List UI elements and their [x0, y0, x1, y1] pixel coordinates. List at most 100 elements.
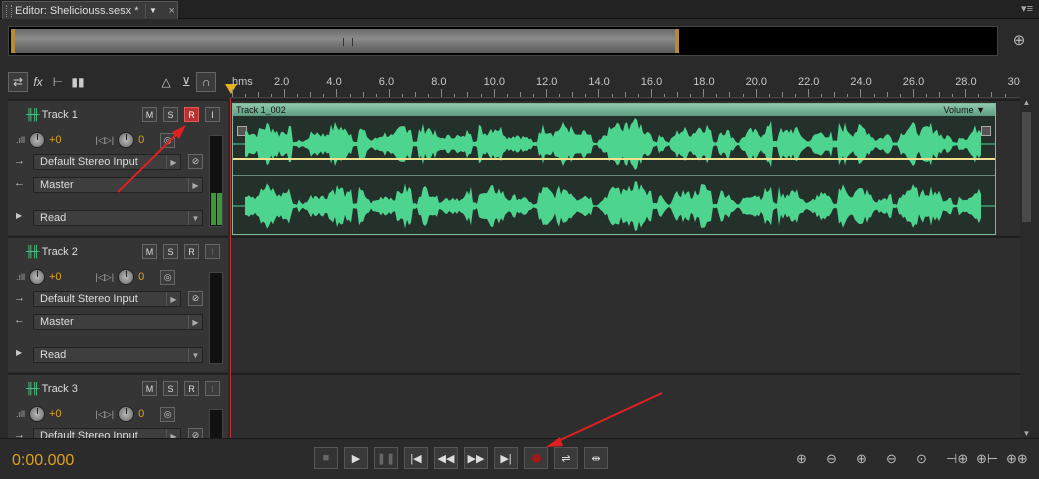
- mute-button[interactable]: M: [142, 107, 157, 122]
- stereo-icon[interactable]: ◎: [160, 406, 176, 422]
- zoom-in-at-start-icon[interactable]: ⊣⊕: [946, 451, 968, 467]
- record-arm-button[interactable]: R: [184, 107, 199, 122]
- scroll-down-icon[interactable]: ▼: [1022, 429, 1031, 438]
- volume-knob[interactable]: [29, 406, 45, 422]
- volume-knob[interactable]: [29, 132, 45, 148]
- inputs-outputs-icon[interactable]: ⇄: [8, 72, 28, 92]
- record-arm-button[interactable]: R: [184, 381, 199, 396]
- clip-header[interactable]: Track 1_002 Volume ▼: [233, 104, 995, 116]
- automation-mode-select[interactable]: Read ▼: [33, 210, 203, 226]
- input-select[interactable]: Default Stereo Input ▶: [33, 291, 181, 307]
- close-icon[interactable]: ×: [169, 5, 175, 17]
- volume-knob[interactable]: [29, 269, 45, 285]
- record-arm-button[interactable]: R: [184, 244, 199, 259]
- audio-clip[interactable]: Track 1_002 Volume ▼: [232, 103, 996, 235]
- pause-button[interactable]: ❚❚: [374, 447, 398, 469]
- pan-knob[interactable]: [118, 269, 135, 285]
- monitor-input-button[interactable]: I: [205, 107, 220, 122]
- monitor-input-button[interactable]: I: [205, 244, 220, 259]
- solo-button[interactable]: S: [163, 244, 178, 259]
- mute-button[interactable]: M: [142, 244, 157, 259]
- zoom-in-time-icon[interactable]: ⊕: [856, 451, 867, 467]
- rewind-button[interactable]: ◀◀: [434, 447, 458, 469]
- track-name[interactable]: Track 3: [42, 383, 78, 395]
- track-lane-1[interactable]: Track 1_002 Volume ▼: [230, 99, 1020, 235]
- monitor-input-button[interactable]: I: [205, 381, 220, 396]
- output-select[interactable]: Master ▶: [33, 314, 203, 330]
- ruler-tick: [690, 94, 692, 97]
- stereo-icon[interactable]: ◎: [160, 132, 176, 148]
- overview-visible-range[interactable]: [11, 29, 679, 53]
- snap-magnet-icon[interactable]: ∩: [196, 72, 217, 92]
- pan-knob[interactable]: [118, 132, 135, 148]
- time-select-icon[interactable]: ⊻: [176, 72, 196, 92]
- stop-button[interactable]: ■: [314, 447, 338, 469]
- pan-icon: |◁▷|: [95, 408, 115, 419]
- phase-icon[interactable]: ⊘: [188, 154, 203, 169]
- editor-tab[interactable]: Editor: Sheliciouss.sesx * ▼ ×: [2, 1, 178, 19]
- panel-menu-icon[interactable]: ▾≡: [1021, 2, 1033, 15]
- input-select-value: Default Stereo Input: [40, 430, 138, 438]
- metronome-icon[interactable]: △: [156, 72, 176, 92]
- track-name[interactable]: Track 1: [42, 109, 78, 121]
- loop-button[interactable]: ⇌: [554, 447, 578, 469]
- pan-value[interactable]: 0: [138, 271, 144, 283]
- input-select-value: Default Stereo Input: [40, 293, 138, 305]
- phase-icon[interactable]: ⊘: [188, 291, 203, 306]
- stereo-icon[interactable]: ◎: [160, 269, 176, 285]
- timecode-display[interactable]: 0:00.000: [12, 452, 74, 470]
- vertical-scrollbar[interactable]: ▲ ▼: [1020, 98, 1033, 438]
- pan-value[interactable]: 0: [138, 408, 144, 420]
- session-overview[interactable]: [8, 26, 998, 56]
- ruler-tick-label: 16.0: [640, 76, 663, 88]
- skip-selection-button[interactable]: ⇹: [584, 447, 608, 469]
- ruler-tick-label: 28.0: [955, 76, 977, 88]
- ruler-tick: [231, 89, 233, 97]
- clip-envelope-select[interactable]: Volume ▼: [944, 104, 985, 116]
- eq-icon[interactable]: ▮▮: [68, 72, 88, 92]
- volume-value[interactable]: +0: [49, 408, 62, 420]
- next-button[interactable]: ▶|: [494, 447, 518, 469]
- volume-value[interactable]: +0: [49, 134, 62, 146]
- output-select[interactable]: Master ▶: [33, 177, 203, 193]
- input-select[interactable]: Default Stereo Input ▶: [33, 428, 181, 438]
- track-name[interactable]: Track 2: [42, 246, 78, 258]
- zoom-out-amplitude-icon[interactable]: ⊖: [826, 451, 837, 467]
- zoom-to-selection-icon[interactable]: ⊕⊕: [1006, 451, 1028, 467]
- pan-knob[interactable]: [118, 406, 135, 422]
- scrollbar-thumb[interactable]: [1022, 112, 1031, 222]
- ruler-tick: [270, 94, 272, 97]
- play-button[interactable]: ▶: [344, 447, 368, 469]
- sends-icon[interactable]: ⊢: [48, 72, 68, 92]
- track-lane-3[interactable]: [230, 373, 1020, 438]
- previous-button[interactable]: |◀: [404, 447, 428, 469]
- zoom-in-amplitude-icon[interactable]: ⊕: [796, 451, 807, 467]
- expand-icon[interactable]: ▶: [16, 348, 22, 357]
- effects-fx-icon[interactable]: fx: [28, 72, 48, 92]
- zoom-out-full-icon[interactable]: ⊙: [916, 451, 927, 467]
- ruler-tick: [952, 94, 954, 97]
- input-select[interactable]: Default Stereo Input ▶: [33, 154, 181, 170]
- pan-value[interactable]: 0: [138, 134, 144, 146]
- meter-fill-right: [217, 193, 222, 225]
- zoom-in-at-end-icon[interactable]: ⊕⊢: [976, 451, 998, 467]
- scroll-up-icon[interactable]: ▲: [1022, 98, 1031, 107]
- phase-icon[interactable]: ⊘: [188, 428, 203, 438]
- expand-icon[interactable]: ▶: [16, 211, 22, 220]
- ruler-tick: [991, 92, 993, 97]
- volume-value[interactable]: +0: [49, 271, 62, 283]
- audio-track-icon: ╫╫: [26, 246, 40, 258]
- chevron-down-icon[interactable]: ▼: [144, 3, 161, 18]
- volume-envelope-line[interactable]: [233, 158, 995, 160]
- record-button[interactable]: [524, 447, 548, 469]
- fast-forward-button[interactable]: ▶▶: [464, 447, 488, 469]
- automation-mode-select[interactable]: Read ▼: [33, 347, 203, 363]
- solo-button[interactable]: S: [163, 107, 178, 122]
- ruler-tick: [297, 94, 299, 97]
- mute-button[interactable]: M: [142, 381, 157, 396]
- time-ruler[interactable]: hms 2.0 4.0 6.0 8.0 10.0 12.0 14.0 16.0 18.0 20.0…: [225, 72, 1020, 98]
- solo-button[interactable]: S: [163, 381, 178, 396]
- zoom-out-time-icon[interactable]: ⊖: [886, 451, 897, 467]
- zoom-navigator-icon[interactable]: ⊕: [1009, 31, 1029, 51]
- track-lane-2[interactable]: [230, 236, 1020, 372]
